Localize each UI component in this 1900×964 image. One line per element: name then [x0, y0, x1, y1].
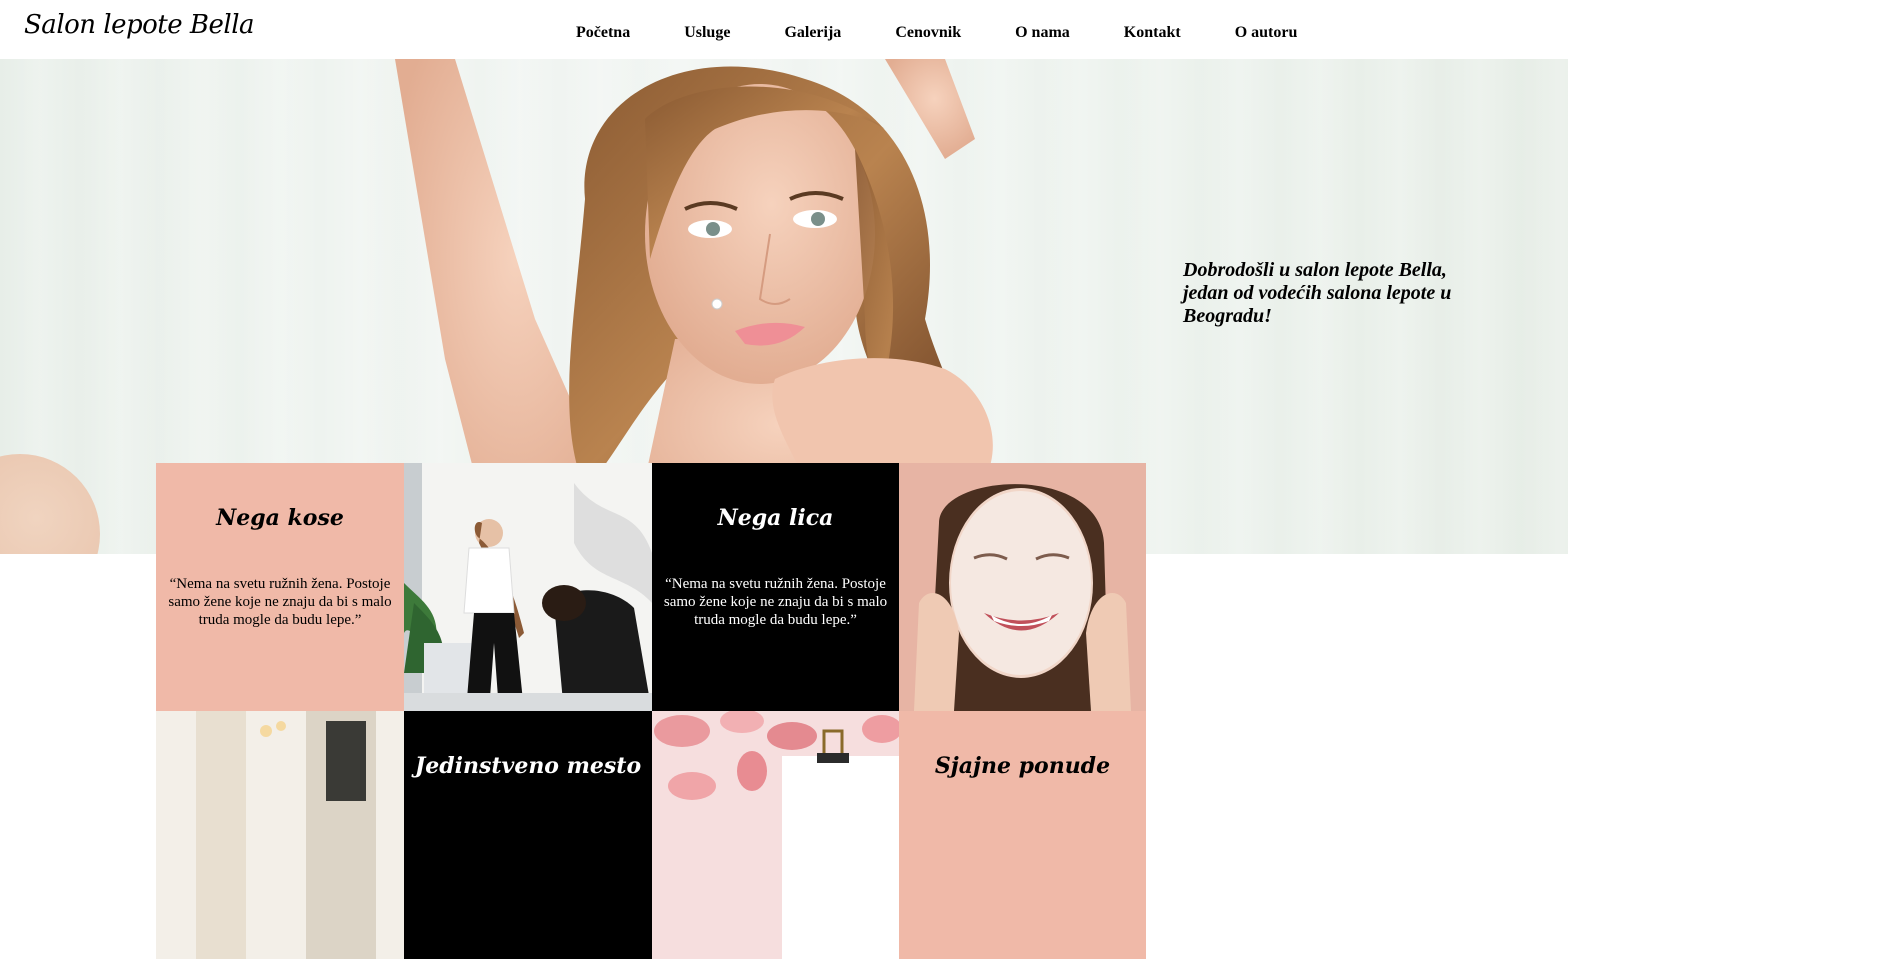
tile-sjajne-ponude[interactable]: Sjajne ponude	[899, 711, 1146, 959]
main-nav: Početna Usluge Galerija Cenovnik O nama …	[576, 24, 1351, 42]
tile-title: Jedinstveno mesto	[414, 753, 642, 779]
rose-petals-photo	[652, 711, 899, 959]
nav-link-o-autoru[interactable]: O autoru	[1235, 24, 1298, 42]
tile-jedinstveno-mesto[interactable]: Jedinstveno mesto	[404, 711, 652, 959]
tile-quote: “Nema na svetu ružnih žena. Postoje samo…	[663, 576, 888, 628]
salon-interior-photo	[156, 711, 404, 959]
nav-link-pocetna[interactable]: Početna	[576, 24, 630, 42]
hair-salon-photo	[404, 463, 652, 711]
tile-title: Nega kose	[216, 505, 344, 531]
nav-link-usluge[interactable]: Usluge	[684, 24, 730, 42]
nav-link-galerija[interactable]: Galerija	[784, 24, 841, 42]
nav-link-cenovnik[interactable]: Cenovnik	[895, 24, 961, 42]
hero-welcome-text: Dobrodošli u salon lepote Bella, jedan o…	[1183, 259, 1452, 327]
nav-link-o-nama[interactable]: O nama	[1015, 24, 1070, 42]
site-header: Salon lepote Bella Početna Usluge Galeri…	[0, 0, 1568, 59]
tile-nega-lica[interactable]: Nega lica “Nema na svetu ružnih žena. Po…	[652, 463, 899, 711]
face-mask-photo	[899, 463, 1146, 711]
tile-title: Sjajne ponude	[934, 753, 1111, 779]
services-grid: Nega kose “Nema na svetu ružnih žena. Po…	[156, 463, 1146, 959]
site-logo[interactable]: Salon lepote Bella	[24, 10, 255, 40]
tile-quote: “Nema na svetu ružnih žena. Postoje samo…	[168, 576, 392, 628]
tile-nega-kose[interactable]: Nega kose “Nema na svetu ružnih žena. Po…	[156, 463, 404, 711]
nav-link-kontakt[interactable]: Kontakt	[1124, 24, 1181, 42]
tile-title: Nega lica	[717, 505, 834, 531]
